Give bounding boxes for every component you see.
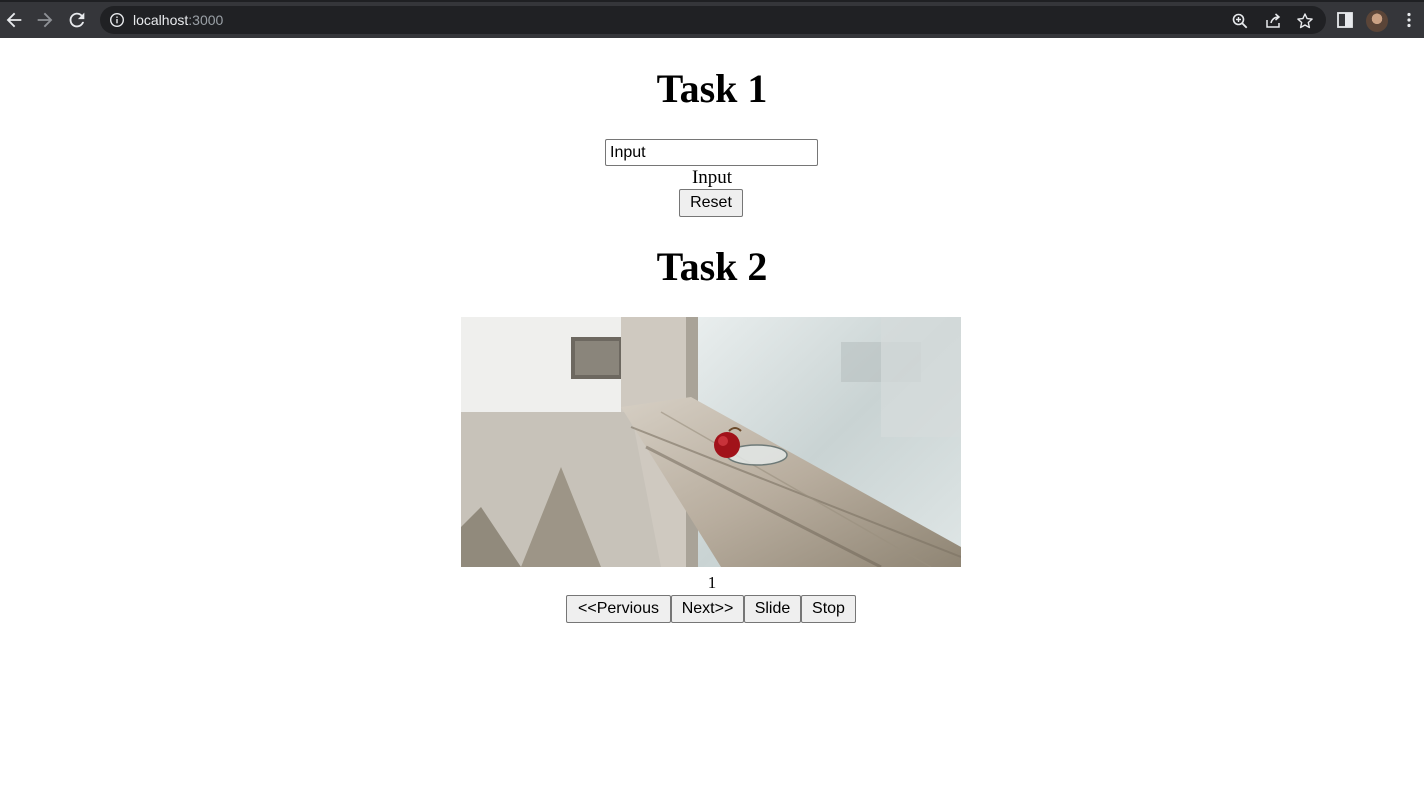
side-panel-icon[interactable] xyxy=(1336,11,1354,29)
url-text: localhost:3000 xyxy=(133,12,223,28)
previous-button[interactable]: <<Pervious xyxy=(566,595,671,623)
slide-counter: 1 xyxy=(707,573,717,592)
task1-title: Task 1 xyxy=(656,66,768,111)
back-arrow-icon[interactable] xyxy=(3,9,25,31)
task2-title: Task 2 xyxy=(656,244,768,289)
task1-text-input[interactable] xyxy=(605,139,818,166)
address-bar[interactable]: localhost:3000 xyxy=(100,6,1326,34)
share-icon[interactable] xyxy=(1264,12,1282,30)
slideshow-controls: <<Pervious Next>> Slide Stop xyxy=(566,595,856,623)
url-port: :3000 xyxy=(188,12,224,28)
more-vert-icon[interactable] xyxy=(1400,11,1418,29)
forward-arrow-icon[interactable] xyxy=(34,9,56,31)
task1-echo-text: Input xyxy=(691,167,733,188)
reload-icon[interactable] xyxy=(66,9,88,31)
slide-button[interactable]: Slide xyxy=(744,595,801,623)
info-icon[interactable] xyxy=(109,12,125,28)
star-icon[interactable] xyxy=(1296,12,1314,30)
zoom-icon[interactable] xyxy=(1231,12,1249,30)
reset-button[interactable]: Reset xyxy=(679,189,743,217)
url-host: localhost xyxy=(133,12,189,28)
stop-button[interactable]: Stop xyxy=(801,595,856,623)
profile-avatar[interactable] xyxy=(1366,10,1388,32)
slideshow-image xyxy=(461,317,961,567)
slide-photo xyxy=(461,317,961,567)
next-button[interactable]: Next>> xyxy=(671,595,744,623)
browser-toolbar: localhost:3000 xyxy=(0,0,1424,38)
